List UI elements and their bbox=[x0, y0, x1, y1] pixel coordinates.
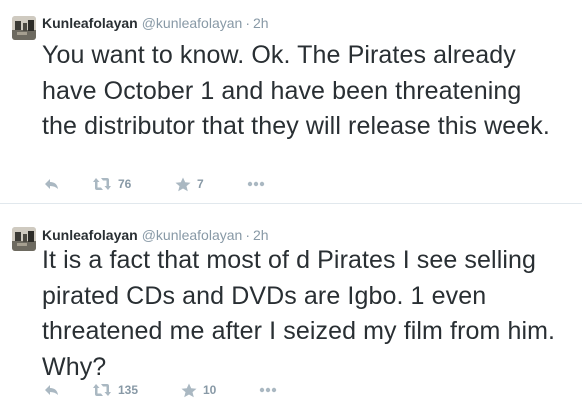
avatar[interactable] bbox=[12, 227, 36, 251]
reply-icon bbox=[45, 385, 58, 395]
retweet-button[interactable]: 76 bbox=[92, 174, 131, 194]
retweet-count: 135 bbox=[118, 383, 139, 397]
retweet-icon bbox=[93, 178, 111, 190]
fullname[interactable]: Kunleafolayan bbox=[42, 15, 138, 31]
more-button[interactable] bbox=[247, 174, 265, 194]
retweet-count: 76 bbox=[118, 177, 132, 191]
star-icon bbox=[175, 177, 191, 191]
star-icon bbox=[181, 383, 197, 397]
retweet-button[interactable]: 135 bbox=[92, 380, 138, 400]
favorite-button[interactable]: 7 bbox=[175, 174, 204, 194]
favorite-count: 10 bbox=[203, 383, 217, 397]
fullname[interactable]: Kunleafolayan bbox=[42, 227, 138, 243]
tweet-header: Kunleafolayan @kunleafolayan · 2h bbox=[42, 13, 269, 33]
retweet-icon bbox=[93, 384, 111, 396]
separator: · bbox=[245, 15, 250, 31]
more-icon bbox=[247, 181, 265, 187]
favorite-button[interactable]: 10 bbox=[181, 380, 216, 400]
timestamp[interactable]: 2h bbox=[253, 227, 269, 243]
reply-icon bbox=[45, 179, 58, 189]
reply-button[interactable] bbox=[44, 380, 60, 400]
more-icon bbox=[259, 387, 277, 393]
favorite-count: 7 bbox=[197, 177, 204, 191]
tweet-text: It is a fact that most of d Pirates I se… bbox=[42, 246, 556, 381]
timestamp[interactable]: 2h bbox=[253, 15, 269, 31]
username[interactable]: @kunleafolayan bbox=[142, 15, 243, 31]
username[interactable]: @kunleafolayan bbox=[142, 227, 243, 243]
tweet[interactable]: Kunleafolayan @kunleafolayan · 2h It is a f… bbox=[0, 205, 582, 402]
tweet[interactable]: Kunleafolayan @kunleafolayan · 2h You want … bbox=[0, 0, 582, 204]
tweet-text: You want to know. Ok. The Pirates alread… bbox=[42, 41, 550, 140]
avatar[interactable] bbox=[12, 16, 36, 40]
separator: · bbox=[245, 227, 250, 243]
tweet-header: Kunleafolayan @kunleafolayan · 2h bbox=[42, 225, 269, 245]
avatar-image bbox=[12, 227, 36, 251]
avatar-image bbox=[12, 16, 36, 40]
reply-button[interactable] bbox=[44, 174, 60, 194]
more-button[interactable] bbox=[259, 380, 277, 400]
